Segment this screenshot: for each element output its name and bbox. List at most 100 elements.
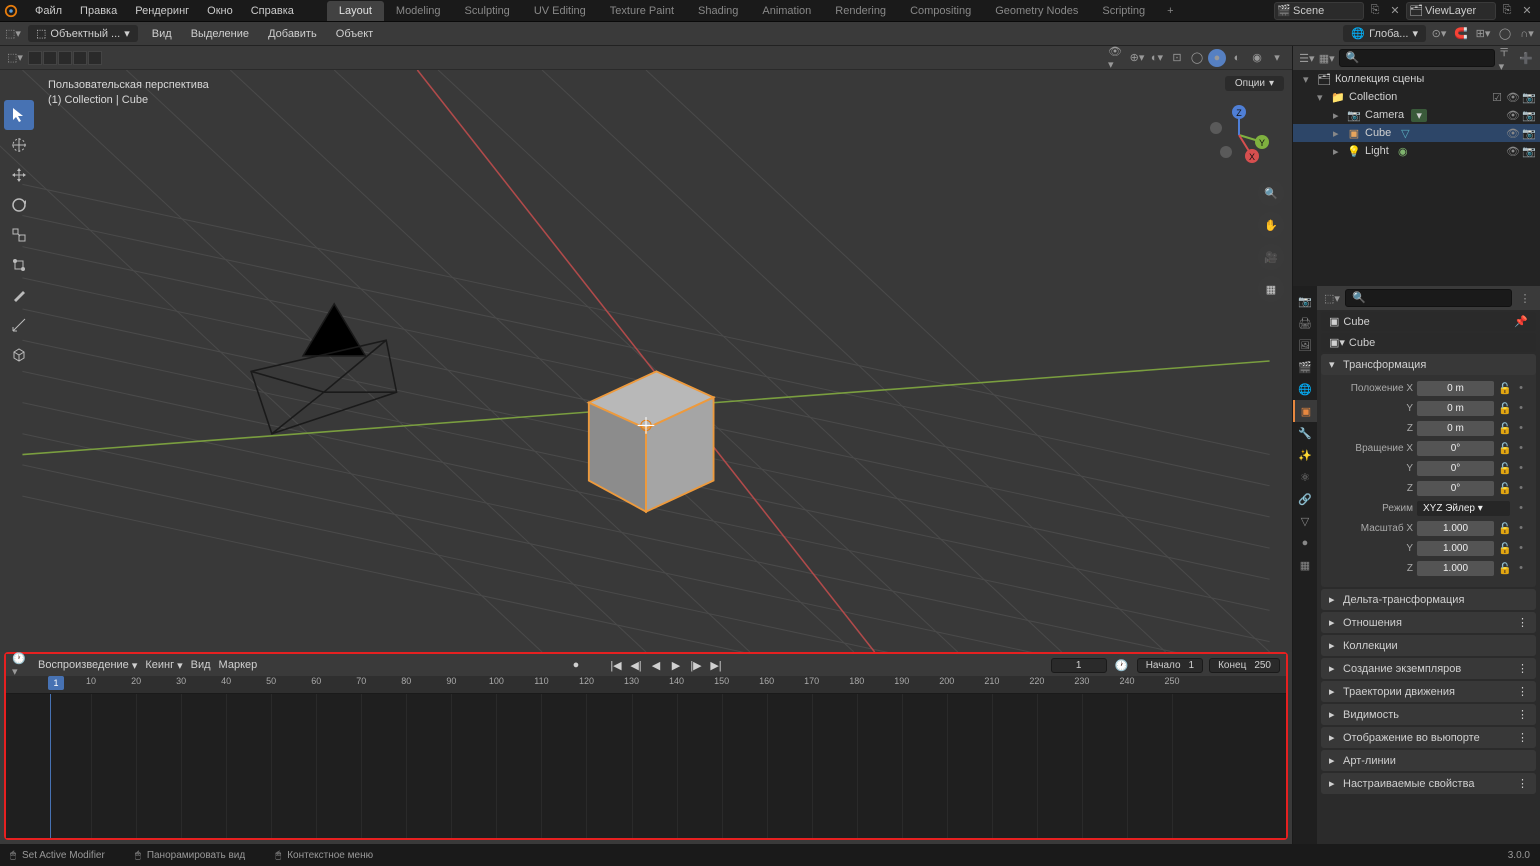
render-icon[interactable]: 📷 bbox=[1522, 109, 1536, 122]
submenu-add[interactable]: Добавить bbox=[260, 26, 325, 42]
ptab-particles[interactable]: ✨ bbox=[1293, 444, 1317, 466]
shading-solid-icon[interactable]: ● bbox=[1208, 49, 1226, 67]
rotation-mode-select[interactable]: XYZ Эйлер ▾ bbox=[1417, 501, 1510, 516]
mesh-data-icon[interactable]: ▽ bbox=[1398, 127, 1412, 140]
disclosure-icon[interactable]: ▸ bbox=[1333, 127, 1343, 140]
tab-geonodes[interactable]: Geometry Nodes bbox=[983, 1, 1090, 21]
tab-sculpting[interactable]: Sculpting bbox=[453, 1, 522, 21]
perspective-toggle-icon[interactable]: ▦ bbox=[1258, 276, 1284, 302]
keyframe-next-icon[interactable]: |▶ bbox=[686, 656, 706, 674]
orientation-selector[interactable]: 🌐 Глоба... ▾ bbox=[1343, 25, 1426, 42]
shading-material-icon[interactable]: ◐ bbox=[1228, 49, 1246, 67]
scale-tool[interactable] bbox=[4, 220, 34, 250]
panel-options-icon[interactable]: ⋮ bbox=[1517, 662, 1528, 675]
cube-object[interactable] bbox=[589, 371, 714, 511]
collections-header[interactable]: ▸Коллекции bbox=[1321, 635, 1536, 656]
lock-icon[interactable]: 🔓 bbox=[1498, 402, 1512, 415]
frame-lock-icon[interactable]: 🕐 bbox=[1113, 656, 1131, 674]
outliner-camera-row[interactable]: ▸ 📷 Camera ▾ 👁📷 bbox=[1293, 106, 1540, 124]
ptab-texture[interactable]: ▦ bbox=[1293, 554, 1317, 576]
lock-icon[interactable]: 🔓 bbox=[1498, 542, 1512, 555]
tab-modeling[interactable]: Modeling bbox=[384, 1, 453, 21]
playhead-line[interactable] bbox=[50, 694, 51, 838]
ptab-scene[interactable]: 🎬 bbox=[1293, 356, 1317, 378]
select-box-tool[interactable] bbox=[4, 100, 34, 130]
playhead-marker[interactable]: 1 bbox=[48, 676, 64, 690]
submenu-select[interactable]: Выделение bbox=[183, 26, 257, 42]
visibility-icon[interactable]: 👁 bbox=[1506, 145, 1520, 158]
selectability-icon[interactable]: 👁▾ bbox=[1108, 49, 1126, 67]
play-icon[interactable]: ▶ bbox=[666, 656, 686, 674]
autokey-icon[interactable]: ● bbox=[566, 656, 586, 674]
tab-texturepaint[interactable]: Texture Paint bbox=[598, 1, 686, 21]
rotation-z-field[interactable]: 0° bbox=[1417, 481, 1494, 496]
delta-transform-header[interactable]: ▸Дельта-трансформация bbox=[1321, 589, 1536, 610]
outliner-display-icon[interactable]: ▦▾ bbox=[1319, 49, 1335, 67]
xray-icon[interactable]: ⊡ bbox=[1168, 49, 1186, 67]
zoom-icon[interactable]: 🔍 bbox=[1258, 180, 1284, 206]
end-frame-field[interactable]: Конец250 bbox=[1209, 658, 1280, 673]
scene-new-icon[interactable]: ⎘ bbox=[1366, 2, 1384, 20]
lock-icon[interactable]: 🔓 bbox=[1498, 442, 1512, 455]
properties-options-icon[interactable]: ⋮ bbox=[1516, 289, 1534, 307]
submenu-view[interactable]: Вид bbox=[144, 26, 180, 42]
viewlayer-new-icon[interactable]: ⎘ bbox=[1498, 2, 1516, 20]
panel-options-icon[interactable]: ⋮ bbox=[1517, 685, 1528, 698]
tab-add-button[interactable]: + bbox=[1157, 1, 1183, 21]
menu-edit[interactable]: Правка bbox=[73, 2, 124, 20]
scale-y-field[interactable]: 1.000 bbox=[1417, 541, 1494, 556]
visibility-icon[interactable]: 👁 bbox=[1506, 91, 1520, 104]
panel-options-icon[interactable]: ⋮ bbox=[1517, 616, 1528, 629]
proportional-icon[interactable]: ◯ bbox=[1496, 25, 1514, 43]
props-editor-type-icon[interactable]: ⬚▾ bbox=[1323, 289, 1341, 307]
scale-x-field[interactable]: 1.000 bbox=[1417, 521, 1494, 536]
play-reverse-icon[interactable]: ◀ bbox=[646, 656, 666, 674]
jump-end-icon[interactable]: ▶| bbox=[706, 656, 726, 674]
ptab-world[interactable]: 🌐 bbox=[1293, 378, 1317, 400]
editor-type-3d-icon[interactable]: ⬚▾ bbox=[6, 49, 24, 67]
ptab-object[interactable]: ▣ bbox=[1293, 400, 1317, 422]
panel-options-icon[interactable]: ⋮ bbox=[1517, 777, 1528, 790]
submenu-object[interactable]: Объект bbox=[328, 26, 381, 42]
ptab-constraints[interactable]: 🔗 bbox=[1293, 488, 1317, 510]
outliner-cube-row[interactable]: ▸ ▣ Cube ▽ 👁📷 bbox=[1293, 124, 1540, 142]
annotate-tool[interactable] bbox=[4, 280, 34, 310]
disclosure-icon[interactable]: ▸ bbox=[1333, 145, 1343, 158]
timeline-body[interactable] bbox=[6, 694, 1286, 838]
move-tool[interactable] bbox=[4, 160, 34, 190]
rotation-y-field[interactable]: 0° bbox=[1417, 461, 1494, 476]
location-z-field[interactable]: 0 m bbox=[1417, 421, 1494, 436]
properties-breadcrumb[interactable]: ▣ Cube 📌 bbox=[1321, 312, 1536, 331]
rotate-tool[interactable] bbox=[4, 190, 34, 220]
scene-selector[interactable]: 🎬 bbox=[1274, 2, 1364, 20]
rotation-x-field[interactable]: 0° bbox=[1417, 441, 1494, 456]
lineart-header[interactable]: ▸Арт-линии bbox=[1321, 750, 1536, 771]
menu-help[interactable]: Справка bbox=[244, 2, 301, 20]
outliner-filter-icon[interactable]: 〒▾ bbox=[1499, 49, 1515, 67]
select-mode-buttons[interactable] bbox=[28, 51, 102, 65]
current-frame-field[interactable]: 1 bbox=[1051, 658, 1107, 673]
render-icon[interactable]: 📷 bbox=[1522, 91, 1536, 104]
scene-delete-icon[interactable]: ✕ bbox=[1386, 2, 1404, 20]
ptab-output[interactable]: 🖨 bbox=[1293, 312, 1317, 334]
options-dropdown[interactable]: Опции ▾ bbox=[1225, 76, 1284, 91]
ptab-viewlayer[interactable]: 🖼 bbox=[1293, 334, 1317, 356]
camera-view-icon[interactable]: 🎥 bbox=[1258, 244, 1284, 270]
light-data-icon[interactable]: ◉ bbox=[1396, 145, 1410, 158]
timeline-editor-type-icon[interactable]: 🕐▾ bbox=[12, 656, 30, 674]
outliner-collection-row[interactable]: ▾ 📁 Collection ☑👁📷 bbox=[1293, 88, 1540, 106]
visibility-header[interactable]: ▸Видимость⋮ bbox=[1321, 704, 1536, 725]
collection-check-icon[interactable]: ☑ bbox=[1490, 91, 1504, 104]
location-x-field[interactable]: 0 m bbox=[1417, 381, 1494, 396]
ptab-modifiers[interactable]: 🔧 bbox=[1293, 422, 1317, 444]
properties-search-input[interactable] bbox=[1345, 289, 1512, 307]
lock-icon[interactable]: 🔓 bbox=[1498, 382, 1512, 395]
menu-render[interactable]: Рендеринг bbox=[128, 2, 196, 20]
ptab-material[interactable]: ● bbox=[1293, 532, 1317, 554]
pin-icon[interactable]: 📌 bbox=[1514, 315, 1528, 328]
panel-options-icon[interactable]: ⋮ bbox=[1517, 731, 1528, 744]
gizmo-toggle-icon[interactable]: ⊕▾ bbox=[1128, 49, 1146, 67]
menu-window[interactable]: Окно bbox=[200, 2, 240, 20]
lock-icon[interactable]: 🔓 bbox=[1498, 562, 1512, 575]
outliner-scene-row[interactable]: ▾ 🗂 Коллекция сцены bbox=[1293, 70, 1540, 88]
